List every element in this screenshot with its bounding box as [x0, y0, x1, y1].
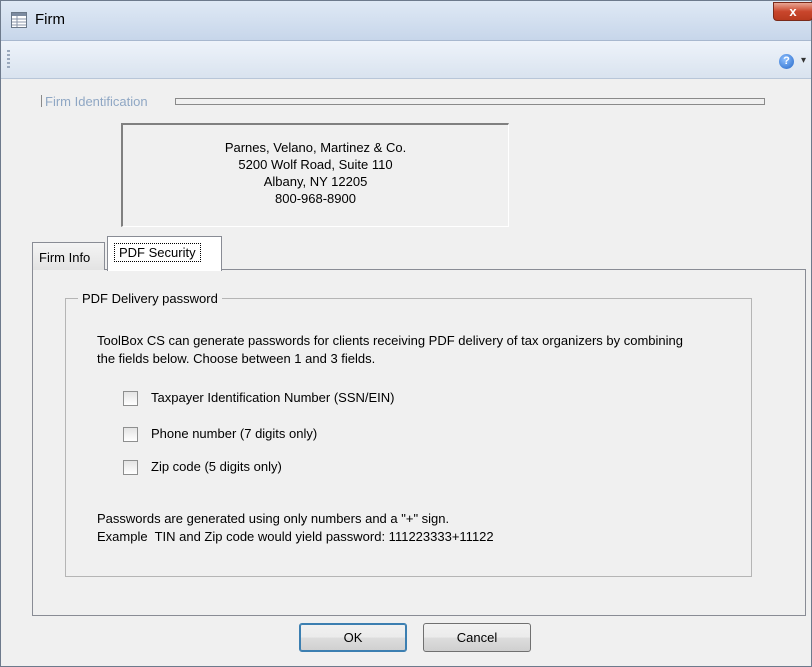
tin-checkbox-label[interactable]: Taxpayer Identification Number (SSN/EIN)	[151, 390, 394, 405]
firm-identification-label: Firm Identification	[45, 94, 148, 109]
password-note-line: Passwords are generated using only numbe…	[97, 511, 450, 526]
tin-checkbox[interactable]	[123, 391, 138, 406]
pdf-password-group-label: PDF Delivery password	[78, 291, 222, 306]
phone-checkbox-label[interactable]: Phone number (7 digits only)	[151, 426, 317, 441]
firm-dialog: Firm x ? ▾ Firm Identification Parnes, V…	[0, 0, 812, 667]
phone-checkbox[interactable]	[123, 427, 138, 442]
pdf-password-description: ToolBox CS can generate passwords for cl…	[97, 333, 683, 366]
firm-address-box: Parnes, Velano, Martinez & Co. 5200 Wolf…	[121, 123, 509, 227]
password-note: Passwords are generated using only numbe…	[97, 510, 737, 546]
zip-checkbox-label[interactable]: Zip code (5 digits only)	[151, 459, 282, 474]
address-line: Parnes, Velano, Martinez & Co.	[224, 140, 407, 155]
password-example-line: Example TIN and Zip code would yield pas…	[97, 529, 494, 544]
tab-firm-info[interactable]: Firm Info	[32, 242, 105, 270]
tab-pdf-security[interactable]: PDF Security	[107, 236, 222, 271]
help-icon[interactable]: ?	[779, 54, 794, 69]
cancel-button[interactable]: Cancel	[423, 623, 531, 652]
tab-pdf-security-label: PDF Security	[114, 243, 201, 262]
window-title: Firm	[35, 11, 65, 28]
zip-checkbox[interactable]	[123, 460, 138, 475]
address-line: Albany, NY 12205	[263, 174, 368, 189]
close-button[interactable]: x	[773, 2, 812, 21]
chevron-down-icon[interactable]: ▾	[801, 55, 806, 66]
ok-button[interactable]: OK	[299, 623, 407, 652]
address-line: 5200 Wolf Road, Suite 110	[238, 157, 393, 172]
toolbar-grip[interactable]	[7, 50, 10, 68]
title-bar[interactable]: Firm	[1, 1, 811, 41]
firm-group-border	[41, 95, 42, 107]
address-line: 800-968-8900	[275, 191, 356, 206]
toolbar	[1, 41, 811, 79]
table-icon	[11, 12, 27, 28]
firm-group-divider	[175, 98, 765, 105]
